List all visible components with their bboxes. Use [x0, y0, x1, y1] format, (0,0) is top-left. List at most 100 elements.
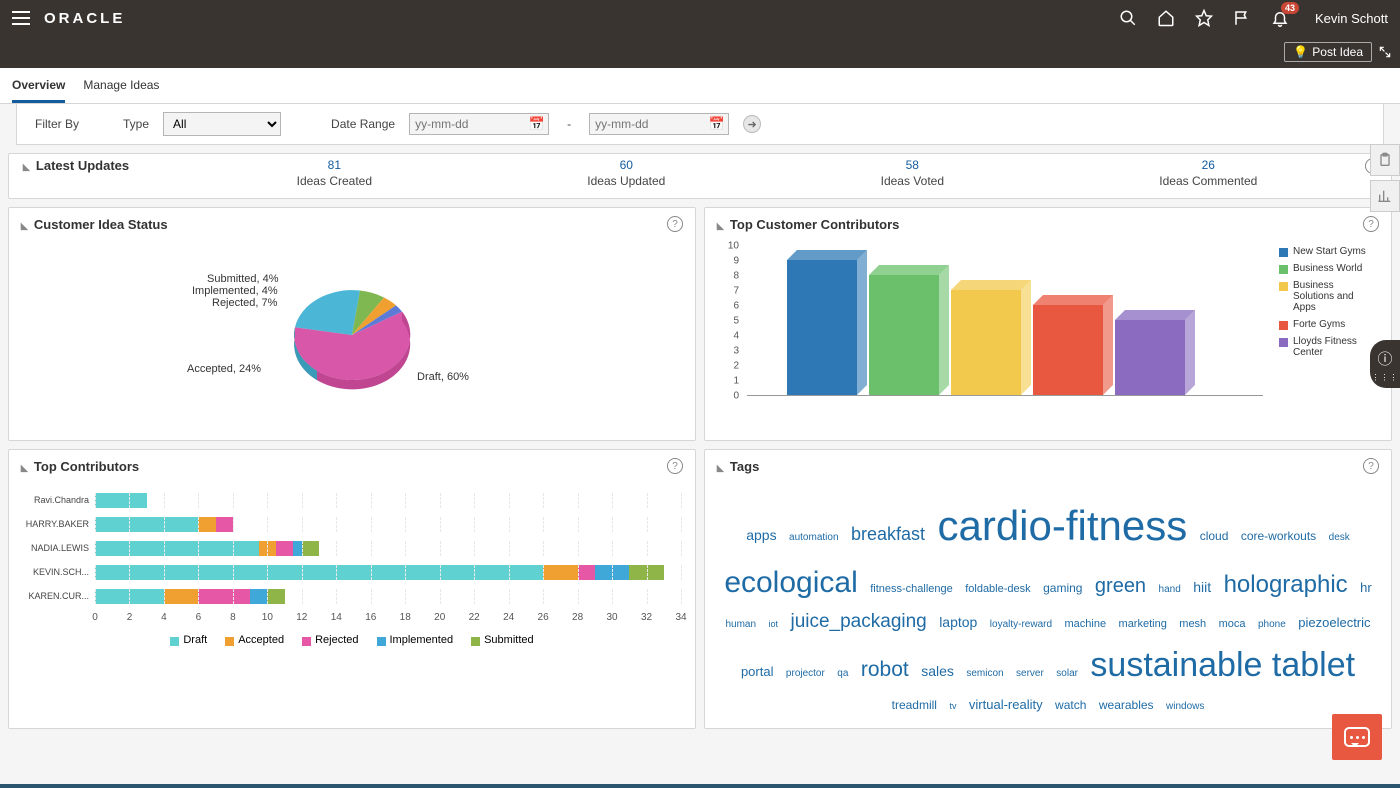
tag[interactable]: sales — [921, 663, 954, 679]
legend-draft: Draft — [183, 634, 207, 646]
info-icon: ⓘ — [1377, 348, 1392, 369]
tag[interactable]: iot — [769, 619, 779, 629]
star-icon[interactable] — [1195, 9, 1213, 27]
side-rail — [1370, 144, 1400, 212]
tag[interactable]: watch — [1055, 698, 1086, 712]
tag[interactable]: loyalty-reward — [990, 619, 1052, 630]
notification-badge: 43 — [1281, 2, 1299, 14]
tab-overview[interactable]: Overview — [12, 68, 65, 103]
apply-filter-button[interactable]: ➜ — [743, 115, 761, 133]
tag[interactable]: semicon — [966, 668, 1003, 679]
tag[interactable]: green — [1095, 575, 1146, 597]
pie-label-accepted: Accepted, 24% — [187, 363, 261, 375]
contributor-row: KAREN.CUR... — [23, 584, 681, 608]
panel-customer-idea-status: Customer Idea Status ? — [8, 207, 696, 441]
chat-button[interactable] — [1332, 714, 1382, 760]
tab-manage-ideas[interactable]: Manage Ideas — [83, 68, 159, 103]
user-name[interactable]: Kevin Schott — [1315, 11, 1388, 26]
tag[interactable]: server — [1016, 668, 1044, 679]
tag[interactable]: qa — [837, 668, 848, 679]
tag[interactable]: robot — [861, 658, 909, 681]
info-button[interactable]: ⓘ ⋮⋮⋮ — [1370, 340, 1400, 388]
tag[interactable]: treadmill — [892, 698, 937, 712]
tag[interactable]: hr — [1360, 580, 1372, 595]
tag[interactable]: virtual-reality — [969, 697, 1043, 712]
tag[interactable]: piezoelectric — [1298, 615, 1370, 630]
type-label: Type — [123, 117, 149, 131]
tag[interactable]: cloud — [1200, 529, 1229, 543]
tag[interactable]: sustainable tablet — [1090, 646, 1355, 684]
legend-accepted: Accepted — [238, 634, 284, 646]
tag[interactable]: hiit — [1193, 579, 1211, 595]
tag[interactable]: ecological — [724, 566, 857, 599]
tab-bar: Overview Manage Ideas — [0, 68, 1400, 104]
calendar-icon[interactable]: 📅 — [529, 116, 545, 132]
stat-item[interactable]: 58Ideas Voted — [881, 158, 944, 188]
bell-icon[interactable]: 43 — [1271, 9, 1289, 27]
tag[interactable]: moca — [1219, 618, 1246, 630]
tag[interactable]: desk — [1329, 532, 1350, 543]
clipboard-icon[interactable] — [1370, 144, 1400, 176]
pie-label-rejected: Rejected, 7% — [212, 297, 277, 309]
tag[interactable]: hand — [1159, 584, 1181, 595]
tag[interactable]: fitness-challenge — [870, 583, 953, 595]
header-actions: 43 Kevin Schott — [1119, 9, 1388, 27]
bar-chart: 012345678910 — [723, 246, 1263, 416]
stat-item[interactable]: 26Ideas Commented — [1159, 158, 1257, 188]
panel-title: Top Customer Contributors — [717, 217, 899, 232]
stat-item[interactable]: 81Ideas Created — [297, 158, 372, 188]
tag[interactable]: human — [725, 619, 756, 630]
search-icon[interactable] — [1119, 9, 1137, 27]
tag[interactable]: laptop — [939, 614, 977, 630]
tag[interactable]: marketing — [1119, 618, 1167, 630]
app-header: ORACLE 43 Kevin Schott — [0, 0, 1400, 36]
chart-icon[interactable] — [1370, 180, 1400, 212]
tag[interactable]: wearables — [1099, 698, 1154, 712]
tag[interactable]: apps — [746, 527, 776, 543]
post-idea-label: Post Idea — [1312, 45, 1363, 59]
help-icon[interactable]: ? — [1363, 458, 1379, 474]
type-select[interactable]: All — [163, 112, 281, 136]
filter-by-label: Filter By — [35, 117, 79, 131]
tag[interactable]: machine — [1065, 618, 1107, 630]
subheader: 💡 Post Idea — [0, 36, 1400, 68]
contributor-row: KEVIN.SCH... — [23, 560, 681, 584]
flag-icon[interactable] — [1233, 9, 1251, 27]
tag[interactable]: holographic — [1224, 571, 1348, 598]
help-icon[interactable]: ? — [667, 458, 683, 474]
tag[interactable]: breakfast — [851, 524, 925, 544]
menu-icon[interactable] — [12, 11, 30, 25]
tag[interactable]: windows — [1166, 701, 1204, 712]
post-idea-button[interactable]: 💡 Post Idea — [1284, 42, 1372, 62]
tag[interactable]: projector — [786, 668, 825, 679]
tag[interactable]: phone — [1258, 619, 1286, 630]
tag[interactable]: cardio-fitness — [937, 502, 1187, 549]
tag[interactable]: portal — [741, 664, 774, 679]
grid-icon: ⋮⋮⋮ — [1372, 375, 1399, 380]
panel-tags: Tags ? apps automation breakfast cardio-… — [704, 449, 1392, 729]
home-icon[interactable] — [1157, 9, 1175, 27]
panel-title: Tags — [717, 459, 759, 474]
tag[interactable]: solar — [1056, 668, 1078, 679]
legend-submitted: Submitted — [484, 634, 534, 646]
tag[interactable]: mesh — [1179, 618, 1206, 630]
help-icon[interactable]: ? — [1363, 216, 1379, 232]
pie-label-submitted: Submitted, 4% — [207, 273, 279, 285]
panel-latest-updates: Latest Updates 81Ideas Created60Ideas Up… — [8, 153, 1392, 199]
help-icon[interactable]: ? — [667, 216, 683, 232]
chat-icon — [1344, 727, 1370, 747]
legend-implemented: Implemented — [390, 634, 454, 646]
tag[interactable]: tv — [949, 701, 956, 711]
tag[interactable]: gaming — [1043, 581, 1082, 595]
stat-item[interactable]: 60Ideas Updated — [587, 158, 665, 188]
legend-rejected: Rejected — [315, 634, 358, 646]
tag[interactable]: core-workouts — [1241, 529, 1316, 543]
expand-icon[interactable] — [1378, 45, 1392, 59]
tag[interactable]: foldable-desk — [965, 583, 1030, 595]
calendar-icon[interactable]: 📅 — [709, 116, 725, 132]
tag[interactable]: juice_packaging — [790, 611, 926, 632]
tag[interactable]: automation — [789, 532, 838, 543]
bulb-icon: 💡 — [1293, 45, 1308, 59]
legend-item: Forte Gyms — [1279, 319, 1373, 330]
panel-title: Customer Idea Status — [21, 217, 168, 232]
